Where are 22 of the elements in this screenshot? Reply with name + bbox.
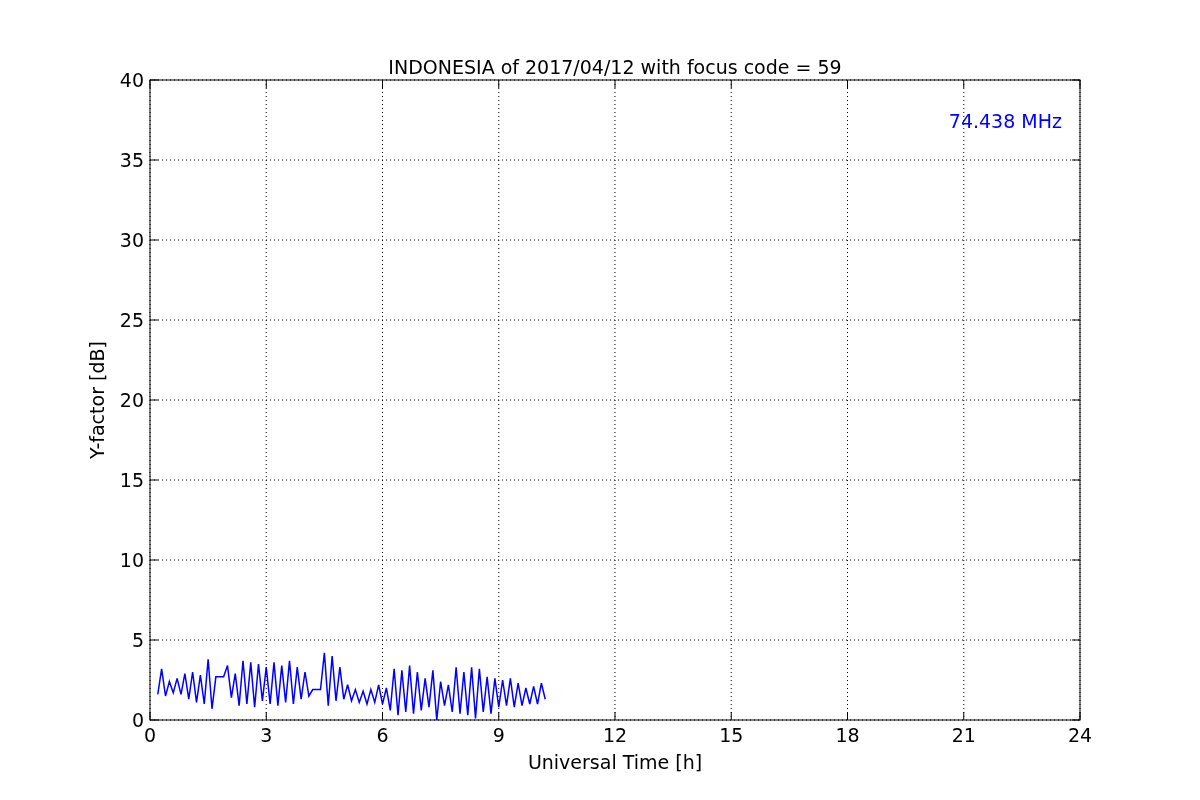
x-tick-label: 21 [951,724,976,746]
x-tick-label: 3 [260,724,273,746]
x-tick-label: 24 [1067,724,1093,746]
x-tick-label: 6 [376,724,389,746]
chart-title: INDONESIA of 2017/04/12 with focus code = 59 [388,56,842,78]
x-tick-label: 15 [719,724,744,746]
y-tick-label: 35 [119,149,144,171]
y-tick-label: 40 [119,69,144,91]
y-tick-label: 25 [119,309,144,331]
y-tick-label: 10 [119,549,144,571]
x-tick-label: 0 [143,724,157,746]
x-tick-label: 18 [835,724,860,746]
y-axis-label: Y-factor [dB] [86,341,108,459]
y-tick-label: 5 [131,629,144,651]
x-tick-label: 9 [492,724,505,746]
y-tick-label: 15 [119,469,144,491]
x-axis-label: Universal Time [h] [527,751,703,773]
y-tick-label: 0 [131,709,144,731]
frequency-label: 74.438 MHz [948,110,1062,132]
y-tick-label: 30 [119,229,144,251]
y-tick-label: 20 [119,389,144,411]
x-tick-label: 12 [602,724,628,746]
